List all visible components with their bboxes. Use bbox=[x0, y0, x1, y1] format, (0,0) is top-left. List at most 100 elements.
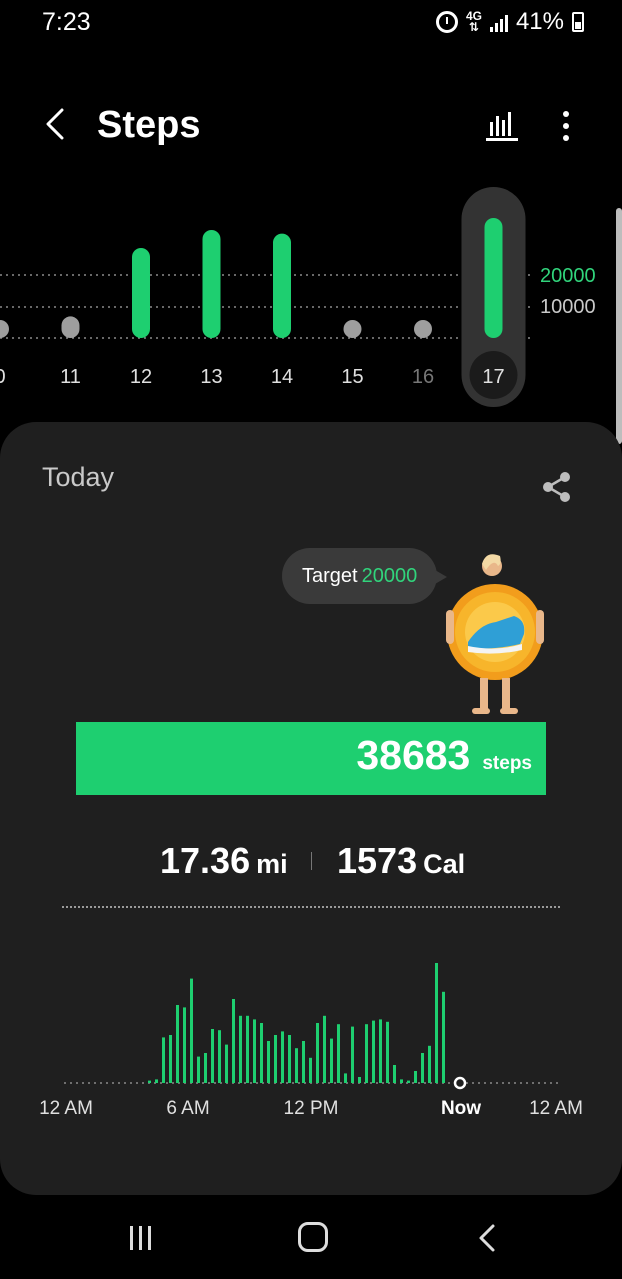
hourly-bar bbox=[232, 999, 235, 1083]
mobile-data-icon: 4G ⇅ bbox=[465, 9, 482, 34]
hourly-bar bbox=[344, 1073, 347, 1083]
week-bar-13[interactable] bbox=[202, 230, 221, 338]
hourly-bar bbox=[225, 1044, 228, 1083]
hourly-bar bbox=[351, 1026, 354, 1083]
hourly-bar bbox=[309, 1057, 312, 1083]
week-day-label[interactable]: 11 bbox=[60, 366, 81, 388]
week-bar-16[interactable] bbox=[414, 320, 432, 338]
tick-12pm: 12 PM bbox=[283, 1098, 339, 1119]
status-time: 7:23 bbox=[42, 8, 91, 36]
hourly-bar bbox=[183, 1007, 186, 1083]
status-bar: 7:23 4G ⇅ 41% bbox=[0, 0, 622, 44]
week-day-label[interactable]: 15 bbox=[341, 366, 363, 388]
hourly-bar bbox=[400, 1079, 403, 1083]
hourly-bar bbox=[218, 1030, 221, 1083]
hourly-bar bbox=[239, 1015, 242, 1083]
tick-12am-start: 12 AM bbox=[39, 1098, 93, 1119]
week-day-label[interactable]: 0 bbox=[0, 366, 6, 388]
alarm-icon bbox=[435, 11, 458, 33]
signal-icon bbox=[489, 12, 508, 32]
hourly-bar bbox=[302, 1041, 305, 1083]
weekly-steps-chart[interactable]: 0 11 12 13 14 15 16 17 20000 10000 bbox=[0, 185, 622, 415]
hourly-bar bbox=[393, 1065, 396, 1083]
week-day-label[interactable]: 17 bbox=[482, 366, 504, 388]
distance-value: 17.36 bbox=[160, 840, 251, 881]
week-bar-12[interactable] bbox=[132, 248, 150, 338]
hourly-bar bbox=[253, 1019, 256, 1083]
scrollbar[interactable] bbox=[616, 208, 622, 444]
hourly-bar bbox=[372, 1020, 375, 1083]
page-title: Steps bbox=[97, 104, 201, 146]
share-icon[interactable] bbox=[540, 470, 574, 504]
bar-chart-icon[interactable] bbox=[484, 108, 520, 142]
week-day-label[interactable]: 13 bbox=[200, 366, 222, 388]
calories-stat: 1573 Cal bbox=[337, 840, 465, 882]
hourly-bar bbox=[386, 1021, 389, 1083]
week-day-label[interactable]: 14 bbox=[271, 366, 293, 388]
now-marker bbox=[453, 1076, 467, 1090]
hourly-bar bbox=[316, 1023, 319, 1083]
goal-label-10000: 10000 bbox=[540, 296, 596, 318]
navigation-bar bbox=[0, 1195, 622, 1279]
hourly-bar bbox=[190, 978, 193, 1083]
recent-apps-icon[interactable] bbox=[128, 1225, 154, 1251]
back-icon[interactable] bbox=[476, 1223, 498, 1253]
week-bar-10[interactable] bbox=[0, 320, 9, 338]
week-bar-15[interactable] bbox=[343, 320, 362, 338]
week-bar-17[interactable] bbox=[484, 218, 503, 338]
hourly-bar bbox=[162, 1037, 165, 1083]
home-icon[interactable] bbox=[298, 1222, 328, 1252]
stat-divider bbox=[311, 852, 312, 870]
battery-percent: 41% bbox=[515, 8, 564, 35]
week-day-label[interactable]: 12 bbox=[130, 366, 152, 388]
hourly-bar bbox=[197, 1056, 200, 1083]
steps-value: 38683 bbox=[356, 732, 471, 778]
hourly-bar bbox=[246, 1015, 249, 1083]
hourly-bar bbox=[323, 1015, 326, 1083]
hourly-bar bbox=[358, 1077, 361, 1083]
week-bar-11[interactable] bbox=[61, 316, 80, 338]
hourly-bar bbox=[169, 1035, 172, 1083]
hourly-bar bbox=[407, 1080, 410, 1083]
divider bbox=[62, 906, 560, 908]
goal-label-20000: 20000 bbox=[540, 265, 596, 287]
hourly-bar bbox=[330, 1038, 333, 1083]
hourly-bar bbox=[281, 1031, 284, 1083]
hourly-bar bbox=[442, 991, 445, 1083]
app-header: Steps bbox=[0, 90, 622, 160]
hourly-bar bbox=[155, 1079, 158, 1083]
today-label: Today bbox=[42, 462, 115, 492]
target-bubble: Target 20000 bbox=[282, 548, 448, 604]
hourly-bar bbox=[211, 1029, 214, 1083]
today-stats: 17.36 mi 1573 Cal bbox=[0, 840, 622, 890]
hourly-bar bbox=[260, 1023, 263, 1083]
hourly-bar bbox=[204, 1053, 207, 1083]
hourly-bar bbox=[428, 1045, 431, 1083]
hourly-bar bbox=[435, 963, 438, 1083]
target-label: Target bbox=[302, 564, 358, 587]
steps-unit: steps bbox=[482, 753, 532, 774]
more-vertical-icon[interactable] bbox=[552, 106, 580, 146]
calories-unit: Cal bbox=[423, 849, 466, 879]
distance-stat: 17.36 mi bbox=[160, 840, 288, 882]
hourly-bar bbox=[295, 1048, 298, 1083]
hourly-bar bbox=[365, 1024, 368, 1083]
calories-value: 1573 bbox=[337, 840, 418, 881]
back-arrow-icon[interactable] bbox=[38, 106, 74, 142]
steps-total: 38683 steps bbox=[356, 732, 532, 779]
network-label: 4G bbox=[465, 9, 482, 23]
hourly-bar bbox=[148, 1080, 151, 1083]
week-day-label[interactable]: 16 bbox=[412, 366, 434, 388]
week-bar-14[interactable] bbox=[273, 233, 291, 338]
hourly-bar bbox=[274, 1035, 277, 1083]
hourly-bar bbox=[267, 1041, 270, 1083]
hourly-bar bbox=[176, 1005, 179, 1083]
tick-12am-end: 12 AM bbox=[529, 1098, 583, 1119]
tick-now: Now bbox=[440, 1098, 482, 1119]
hourly-steps-chart bbox=[64, 963, 560, 1090]
steps-progress-bar: 38683 steps bbox=[76, 722, 546, 795]
distance-unit: mi bbox=[256, 849, 288, 879]
hourly-bar bbox=[379, 1019, 382, 1083]
weekly-bars[interactable]: 0 11 12 13 14 15 16 17 bbox=[0, 185, 622, 415]
status-icons: 4G ⇅ 41% bbox=[435, 8, 584, 36]
